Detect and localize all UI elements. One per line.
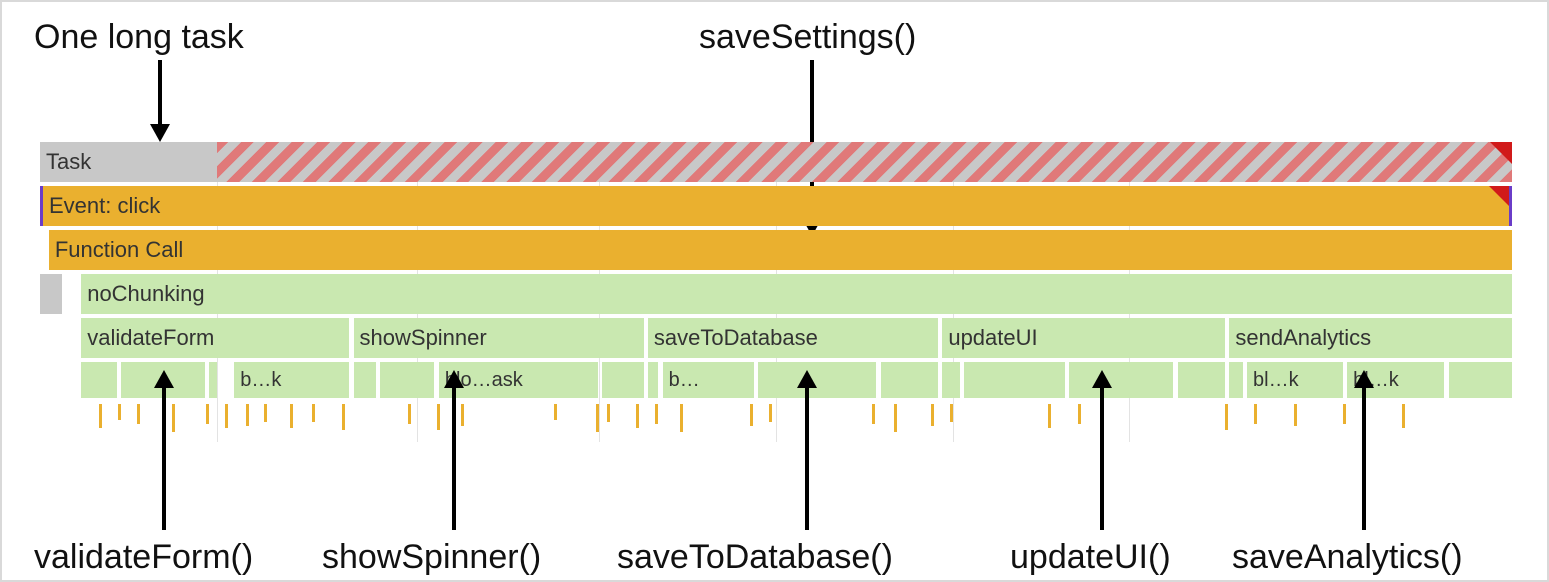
- function-bar[interactable]: saveToDatabase: [648, 318, 938, 358]
- sample-tick: [118, 404, 121, 420]
- leaf-bar[interactable]: bl…k: [1247, 362, 1343, 398]
- sample-tick: [950, 404, 953, 422]
- sample-tick: [872, 404, 875, 424]
- sample-tick: [1225, 404, 1228, 430]
- profiler-diagram: One long task saveSettings() Task Event:…: [0, 0, 1549, 582]
- leaf-bar[interactable]: b…k: [234, 362, 349, 398]
- nochunking-row: noChunking: [40, 274, 1512, 314]
- sample-tick: [206, 404, 209, 424]
- leaf-bar[interactable]: [209, 362, 216, 398]
- sample-tick: [1294, 404, 1297, 426]
- sample-tick: [1402, 404, 1405, 428]
- sample-ticks: [40, 402, 1512, 442]
- sample-tick: [636, 404, 639, 428]
- sample-tick: [312, 404, 315, 422]
- annotation-updateui: updateUI(): [1010, 538, 1171, 577]
- leaf-bar-label: b…k: [240, 369, 281, 392]
- event-click-bar[interactable]: Event: click: [43, 186, 1509, 226]
- leaf-bar[interactable]: [1449, 362, 1512, 398]
- task-label: Task: [46, 149, 91, 175]
- sample-tick: [1048, 404, 1051, 428]
- annotation-save-settings: saveSettings(): [699, 18, 916, 57]
- sample-tick: [655, 404, 658, 424]
- leaf-bar-label: b…: [669, 369, 700, 392]
- sample-tick: [894, 404, 897, 432]
- leaf-bar[interactable]: [881, 362, 938, 398]
- arrow-down-icon: [140, 60, 180, 144]
- leaf-bar[interactable]: [648, 362, 658, 398]
- leaf-bar[interactable]: [1069, 362, 1174, 398]
- leaf-bar[interactable]: [964, 362, 1064, 398]
- function-bar[interactable]: sendAnalytics: [1229, 318, 1512, 358]
- annotation-showspinner: showSpinner(): [322, 538, 541, 577]
- sample-tick: [99, 404, 102, 428]
- leaf-bar[interactable]: [1229, 362, 1242, 398]
- sample-tick: [246, 404, 249, 426]
- sample-tick: [680, 404, 683, 432]
- leaf-bar[interactable]: [380, 362, 434, 398]
- sample-tick: [805, 404, 808, 430]
- warning-triangle-icon: [1490, 142, 1512, 164]
- warning-triangle-icon: [1489, 186, 1509, 206]
- function-bar[interactable]: showSpinner: [354, 318, 644, 358]
- event-row: Event: click: [40, 186, 1512, 226]
- function-bar-label: validateForm: [87, 325, 214, 351]
- sample-tick: [137, 404, 140, 424]
- leaf-bar-label: bl…k: [1353, 369, 1399, 392]
- task-row: Task: [40, 142, 1512, 182]
- function-bar-label: saveToDatabase: [654, 325, 818, 351]
- sample-tick: [172, 404, 175, 432]
- nochunking-bar[interactable]: noChunking: [81, 274, 1512, 314]
- sample-tick: [1078, 404, 1081, 424]
- annotation-validateform: validateForm(): [34, 538, 253, 577]
- sample-tick: [596, 404, 599, 432]
- leaf-bar[interactable]: [121, 362, 205, 398]
- sample-tick: [408, 404, 411, 424]
- leaf-bar-label: bl…k: [1253, 369, 1299, 392]
- function-bar-label: showSpinner: [360, 325, 487, 351]
- leaf-bar[interactable]: b…: [663, 362, 754, 398]
- leaf-bar-label: blo…ask: [445, 369, 523, 392]
- leaf-bar[interactable]: [758, 362, 876, 398]
- function-bar-label: updateUI: [948, 325, 1037, 351]
- leaf-bar[interactable]: [602, 362, 643, 398]
- annotation-savetodatabase: saveToDatabase(): [617, 538, 893, 577]
- event-label: Event: click: [49, 193, 160, 219]
- sample-tick: [290, 404, 293, 428]
- function-call-label: Function Call: [55, 237, 183, 263]
- leaf-bar[interactable]: [81, 362, 116, 398]
- annotation-one-long-task: One long task: [34, 18, 244, 57]
- leaf-bar[interactable]: bl…k: [1347, 362, 1444, 398]
- sample-tick: [342, 404, 345, 430]
- sample-tick: [554, 404, 557, 420]
- function-call-row: Function Call: [40, 230, 1512, 270]
- nochunking-label: noChunking: [87, 281, 204, 307]
- leaf-row: b…k blo…ask b… bl…k bl…k: [40, 362, 1512, 398]
- flame-chart: Task Event: click Function Call noChunki…: [40, 142, 1512, 442]
- function-call-bar[interactable]: Function Call: [49, 230, 1512, 270]
- function-bar[interactable]: updateUI: [942, 318, 1225, 358]
- sample-tick: [264, 404, 267, 422]
- function-bar[interactable]: validateForm: [81, 318, 349, 358]
- sample-tick: [461, 404, 464, 426]
- leaf-bar[interactable]: [942, 362, 960, 398]
- sample-tick: [225, 404, 228, 428]
- leaf-bar[interactable]: [1178, 362, 1225, 398]
- task-long-hatched: [217, 142, 1512, 182]
- annotation-saveanalytics: saveAnalytics(): [1232, 538, 1463, 577]
- sample-tick: [1343, 404, 1346, 424]
- sample-tick: [769, 404, 772, 422]
- sample-tick: [1254, 404, 1257, 424]
- function-children-row: validateForm showSpinner saveToDatabase upd…: [40, 318, 1512, 358]
- sample-tick: [931, 404, 934, 426]
- pre-gray-bar: [40, 274, 62, 314]
- leaf-bar[interactable]: [354, 362, 376, 398]
- function-bar-label: sendAnalytics: [1235, 325, 1371, 351]
- sample-tick: [750, 404, 753, 426]
- sample-tick: [607, 404, 610, 422]
- leaf-bar[interactable]: blo…ask: [439, 362, 598, 398]
- sample-tick: [437, 404, 440, 430]
